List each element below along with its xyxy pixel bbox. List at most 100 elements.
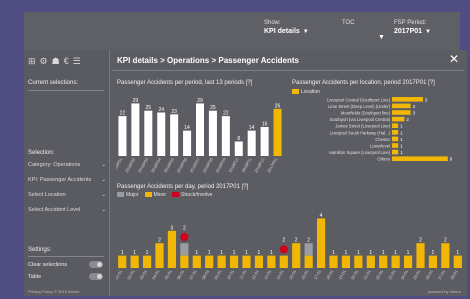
segment bbox=[167, 230, 177, 268]
bar bbox=[183, 130, 192, 156]
tick-label: 2016P09 bbox=[214, 156, 227, 173]
show-selector[interactable]: Show: KPI details ▼ bbox=[264, 20, 309, 35]
bar bbox=[118, 116, 127, 156]
data-label: 26 bbox=[275, 103, 281, 109]
data-label: 5 bbox=[425, 97, 428, 102]
data-label: 1 bbox=[220, 250, 223, 256]
privacy-link[interactable]: Privacy Policy © 2016 Inform bbox=[28, 289, 79, 294]
data-label: 9 bbox=[450, 157, 453, 162]
segment bbox=[180, 243, 189, 256]
bar bbox=[392, 130, 399, 135]
tick-label: 06-01 bbox=[176, 268, 186, 280]
data-label: 14 bbox=[249, 125, 255, 131]
tick-label: 14-01 bbox=[275, 268, 285, 280]
tick-label: Southport (via Liverpool Central) bbox=[330, 117, 391, 122]
tick-label: 17-01 bbox=[312, 268, 322, 280]
tick-label: 2016P03 bbox=[137, 156, 150, 173]
data-label: 3 bbox=[171, 225, 174, 231]
data-label: 1 bbox=[133, 250, 136, 256]
data-label: 1 bbox=[400, 144, 403, 149]
data-label: 1 bbox=[400, 150, 403, 155]
data-label: 1 bbox=[382, 250, 385, 256]
segment bbox=[304, 243, 313, 256]
legend-swatch bbox=[144, 192, 152, 198]
segment bbox=[155, 243, 164, 268]
chart3-title[interactable]: Passenger Accidents per day, period 2017… bbox=[117, 184, 248, 190]
money-icon[interactable]: € bbox=[64, 56, 69, 67]
close-icon[interactable]: ✕ bbox=[449, 52, 459, 66]
tick-label: 23-01 bbox=[387, 268, 397, 280]
tick-label: 2016P08 bbox=[201, 156, 214, 173]
data-label: 2 bbox=[158, 238, 161, 244]
top-toolbar: Show: KPI details ▼ TOC ▼ FSP Period: 201… bbox=[24, 12, 460, 50]
bar bbox=[247, 130, 256, 156]
current-selections-label: Current selections: bbox=[28, 80, 79, 86]
chevron-down-icon[interactable]: ▼ bbox=[378, 34, 385, 41]
tick-label: 15-01 bbox=[288, 268, 298, 280]
selection-label: Selection: bbox=[28, 150, 55, 156]
tick-label: 02-01 bbox=[126, 268, 136, 280]
segment bbox=[416, 243, 425, 268]
tick-label: 24-01 bbox=[399, 268, 409, 280]
tick-label: 08-01 bbox=[201, 268, 211, 280]
data-label: 1 bbox=[258, 250, 261, 256]
bar bbox=[273, 108, 282, 156]
bar bbox=[157, 112, 166, 156]
data-label: 1 bbox=[400, 137, 403, 142]
segment bbox=[354, 255, 363, 268]
bar bbox=[392, 123, 399, 128]
tick-label: 2016P04 bbox=[150, 156, 163, 173]
segment bbox=[379, 255, 388, 268]
sidebar-item-location[interactable]: Select Location ⌄ bbox=[28, 192, 106, 198]
data-label: 1 bbox=[407, 250, 410, 256]
gear-icon[interactable]: ⚙ bbox=[40, 56, 48, 67]
data-label: 1 bbox=[245, 250, 248, 256]
bar bbox=[170, 114, 179, 156]
tick-label: 28-01 bbox=[449, 268, 459, 280]
legend-label: Location bbox=[301, 89, 320, 95]
data-label: 2 bbox=[419, 238, 422, 244]
bar bbox=[392, 156, 448, 161]
legend-item: Struck/Involve bbox=[172, 192, 212, 198]
tick-label: 2016P01 bbox=[116, 156, 124, 173]
legend-label: Minor bbox=[153, 192, 167, 198]
people-icon[interactable]: ☗ bbox=[52, 56, 60, 67]
chart1-title[interactable]: Passenger Accidents per period, last 13 … bbox=[117, 80, 252, 86]
show-label: Show: bbox=[264, 20, 281, 26]
bar bbox=[131, 103, 140, 156]
sidebar-item-category[interactable]: Category: Operations ⌄ bbox=[28, 162, 106, 168]
data-label: 4 bbox=[320, 213, 323, 219]
document-icon[interactable]: ☰ bbox=[73, 56, 81, 67]
legend-item: Minor bbox=[144, 192, 167, 198]
bar bbox=[392, 97, 423, 102]
sidebar-item-accident-level[interactable]: Select Accident Level ⌄ bbox=[28, 207, 106, 213]
legend-swatch bbox=[172, 192, 180, 198]
tick-label: 26-01 bbox=[424, 268, 434, 280]
segment bbox=[428, 255, 438, 268]
tick-label: 21-01 bbox=[362, 268, 372, 280]
segment bbox=[453, 255, 462, 268]
tick-label: 2016P12 bbox=[253, 156, 266, 173]
data-label: 24 bbox=[158, 107, 164, 113]
chevron-down-icon: ⌄ bbox=[101, 207, 106, 213]
data-label: 22 bbox=[120, 111, 126, 117]
period-selector[interactable]: FSP Period: 2017P01 ▼ bbox=[394, 20, 431, 35]
bar bbox=[392, 116, 405, 122]
toc-selector[interactable]: TOC bbox=[342, 20, 355, 26]
sidebar-item-label: Select Location bbox=[28, 192, 66, 198]
clear-selections-toggle[interactable] bbox=[89, 261, 103, 268]
segment bbox=[180, 232, 189, 242]
bar bbox=[392, 136, 399, 142]
breadcrumb: KPI details > Operations > Passenger Acc… bbox=[117, 56, 299, 65]
tram-icon[interactable]: ⊞ bbox=[28, 56, 36, 67]
tick-label: 16-01 bbox=[300, 268, 310, 280]
sidebar-item-kpi[interactable]: KPI: Passenger Accidents ⌄ bbox=[28, 177, 106, 183]
data-label: 2 bbox=[444, 238, 447, 244]
chart2-title[interactable]: Passenger Accidents per location, period… bbox=[292, 80, 435, 86]
segment bbox=[316, 218, 326, 268]
show-value: KPI details bbox=[264, 28, 300, 35]
segment bbox=[366, 255, 375, 268]
table-toggle[interactable] bbox=[89, 273, 103, 280]
segment bbox=[341, 255, 351, 268]
segment bbox=[192, 255, 201, 268]
